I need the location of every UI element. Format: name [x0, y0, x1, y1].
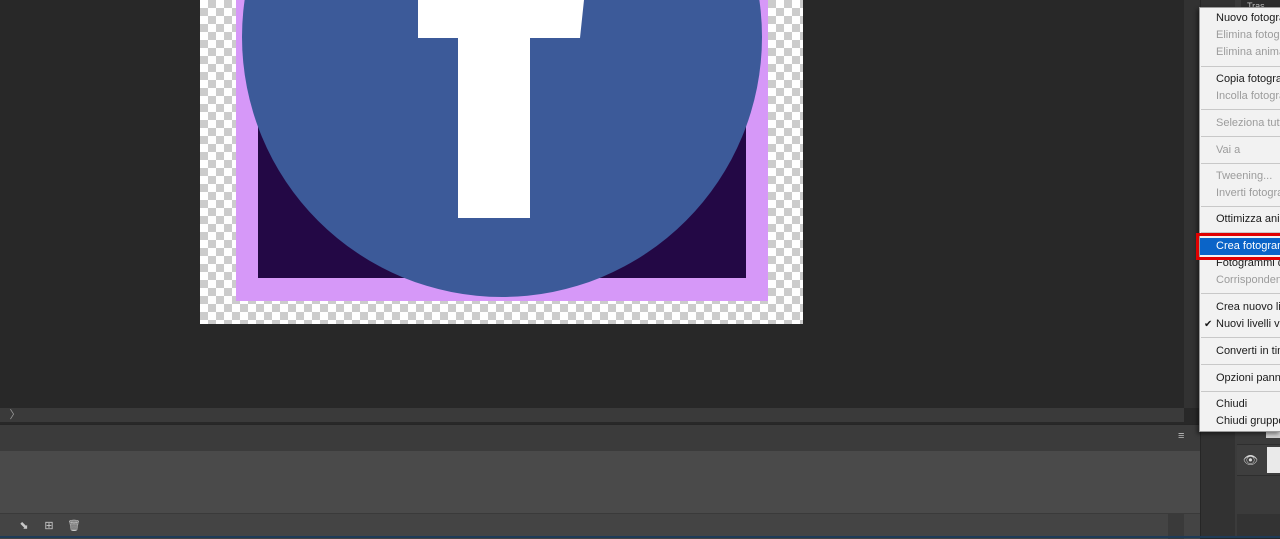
- menu-separator: [1201, 66, 1280, 67]
- layers-panel-footer: [1237, 514, 1280, 538]
- trash-icon[interactable]: 🗑: [66, 518, 82, 534]
- menu-item-create-new-layer[interactable]: Crea nuovo livello: [1200, 299, 1280, 316]
- menu-item-convert-to-timeline[interactable]: Converti in timeline: [1200, 343, 1280, 360]
- menu-item-tweening[interactable]: Tweening...: [1200, 168, 1280, 185]
- menu-item-new-frame[interactable]: Nuovo fotogramma: [1200, 10, 1280, 27]
- tween-icon[interactable]: ⬊: [16, 518, 32, 534]
- highlight-annotation-box: [1196, 233, 1280, 260]
- facebook-logo-artwork: [236, 0, 768, 301]
- menu-separator: [1201, 391, 1280, 392]
- menu-item-delete-animation[interactable]: Elimina animazione: [1200, 44, 1280, 61]
- menu-separator: [1201, 163, 1280, 164]
- timeline-panel-header: ≡: [0, 424, 1200, 451]
- menu-separator: [1201, 293, 1280, 294]
- timeline-frames-area[interactable]: [0, 451, 1200, 513]
- menu-item-label: Nuovi livelli visibili: [1216, 318, 1280, 330]
- document-canvas[interactable]: [200, 0, 803, 324]
- menu-separator: [1201, 364, 1280, 365]
- layers-panel-lower: [1237, 478, 1280, 538]
- menu-separator: [1201, 109, 1280, 110]
- menu-item-optimize-animation[interactable]: Ottimizza animazione: [1200, 211, 1280, 228]
- new-frame-icon[interactable]: ⊞: [41, 518, 57, 534]
- menu-separator: [1201, 337, 1280, 338]
- menu-item-match-layer[interactable]: Corrispondenza livello: [1200, 272, 1280, 289]
- checkmark-icon: ✔: [1204, 319, 1213, 330]
- eye-icon[interactable]: 👁: [1243, 453, 1258, 467]
- menu-item-go-to[interactable]: Vai a: [1200, 142, 1280, 159]
- menu-separator: [1201, 136, 1280, 137]
- menu-separator: [1201, 206, 1280, 207]
- menu-item-panel-options[interactable]: Opzioni pannello: [1200, 370, 1280, 387]
- menu-item-reverse-frames[interactable]: Inverti fotogrammi: [1200, 185, 1280, 202]
- menu-item-delete-frame[interactable]: Elimina fotogramma: [1200, 27, 1280, 44]
- canvas-horizontal-scrollbar[interactable]: 〉: [0, 408, 1184, 422]
- canvas-vertical-scrollbar[interactable]: [1184, 0, 1200, 408]
- canvas-workspace: [0, 0, 1184, 408]
- menu-item-new-layers-visible[interactable]: ✔ Nuovi livelli visibili: [1200, 316, 1280, 333]
- menu-item-select-all-frames[interactable]: Seleziona tutti i fotogrammi: [1200, 115, 1280, 132]
- panel-menu-icon[interactable]: ≡: [1178, 431, 1188, 442]
- menu-item-close[interactable]: Chiudi: [1200, 396, 1280, 413]
- menu-item-close-tab-group[interactable]: Chiudi gruppo schede: [1200, 413, 1280, 430]
- chevron-right-icon[interactable]: 〉: [8, 408, 22, 422]
- layer-row[interactable]: 👁: [1237, 444, 1280, 476]
- layer-thumbnail: [1267, 447, 1280, 473]
- timeline-panel-menu: Nuovo fotogramma Elimina fotogramma Elim…: [1199, 7, 1280, 432]
- menu-item-paste-frame[interactable]: Incolla fotogramma: [1200, 88, 1280, 105]
- menu-item-copy-frame[interactable]: Copia fotogramma: [1200, 71, 1280, 88]
